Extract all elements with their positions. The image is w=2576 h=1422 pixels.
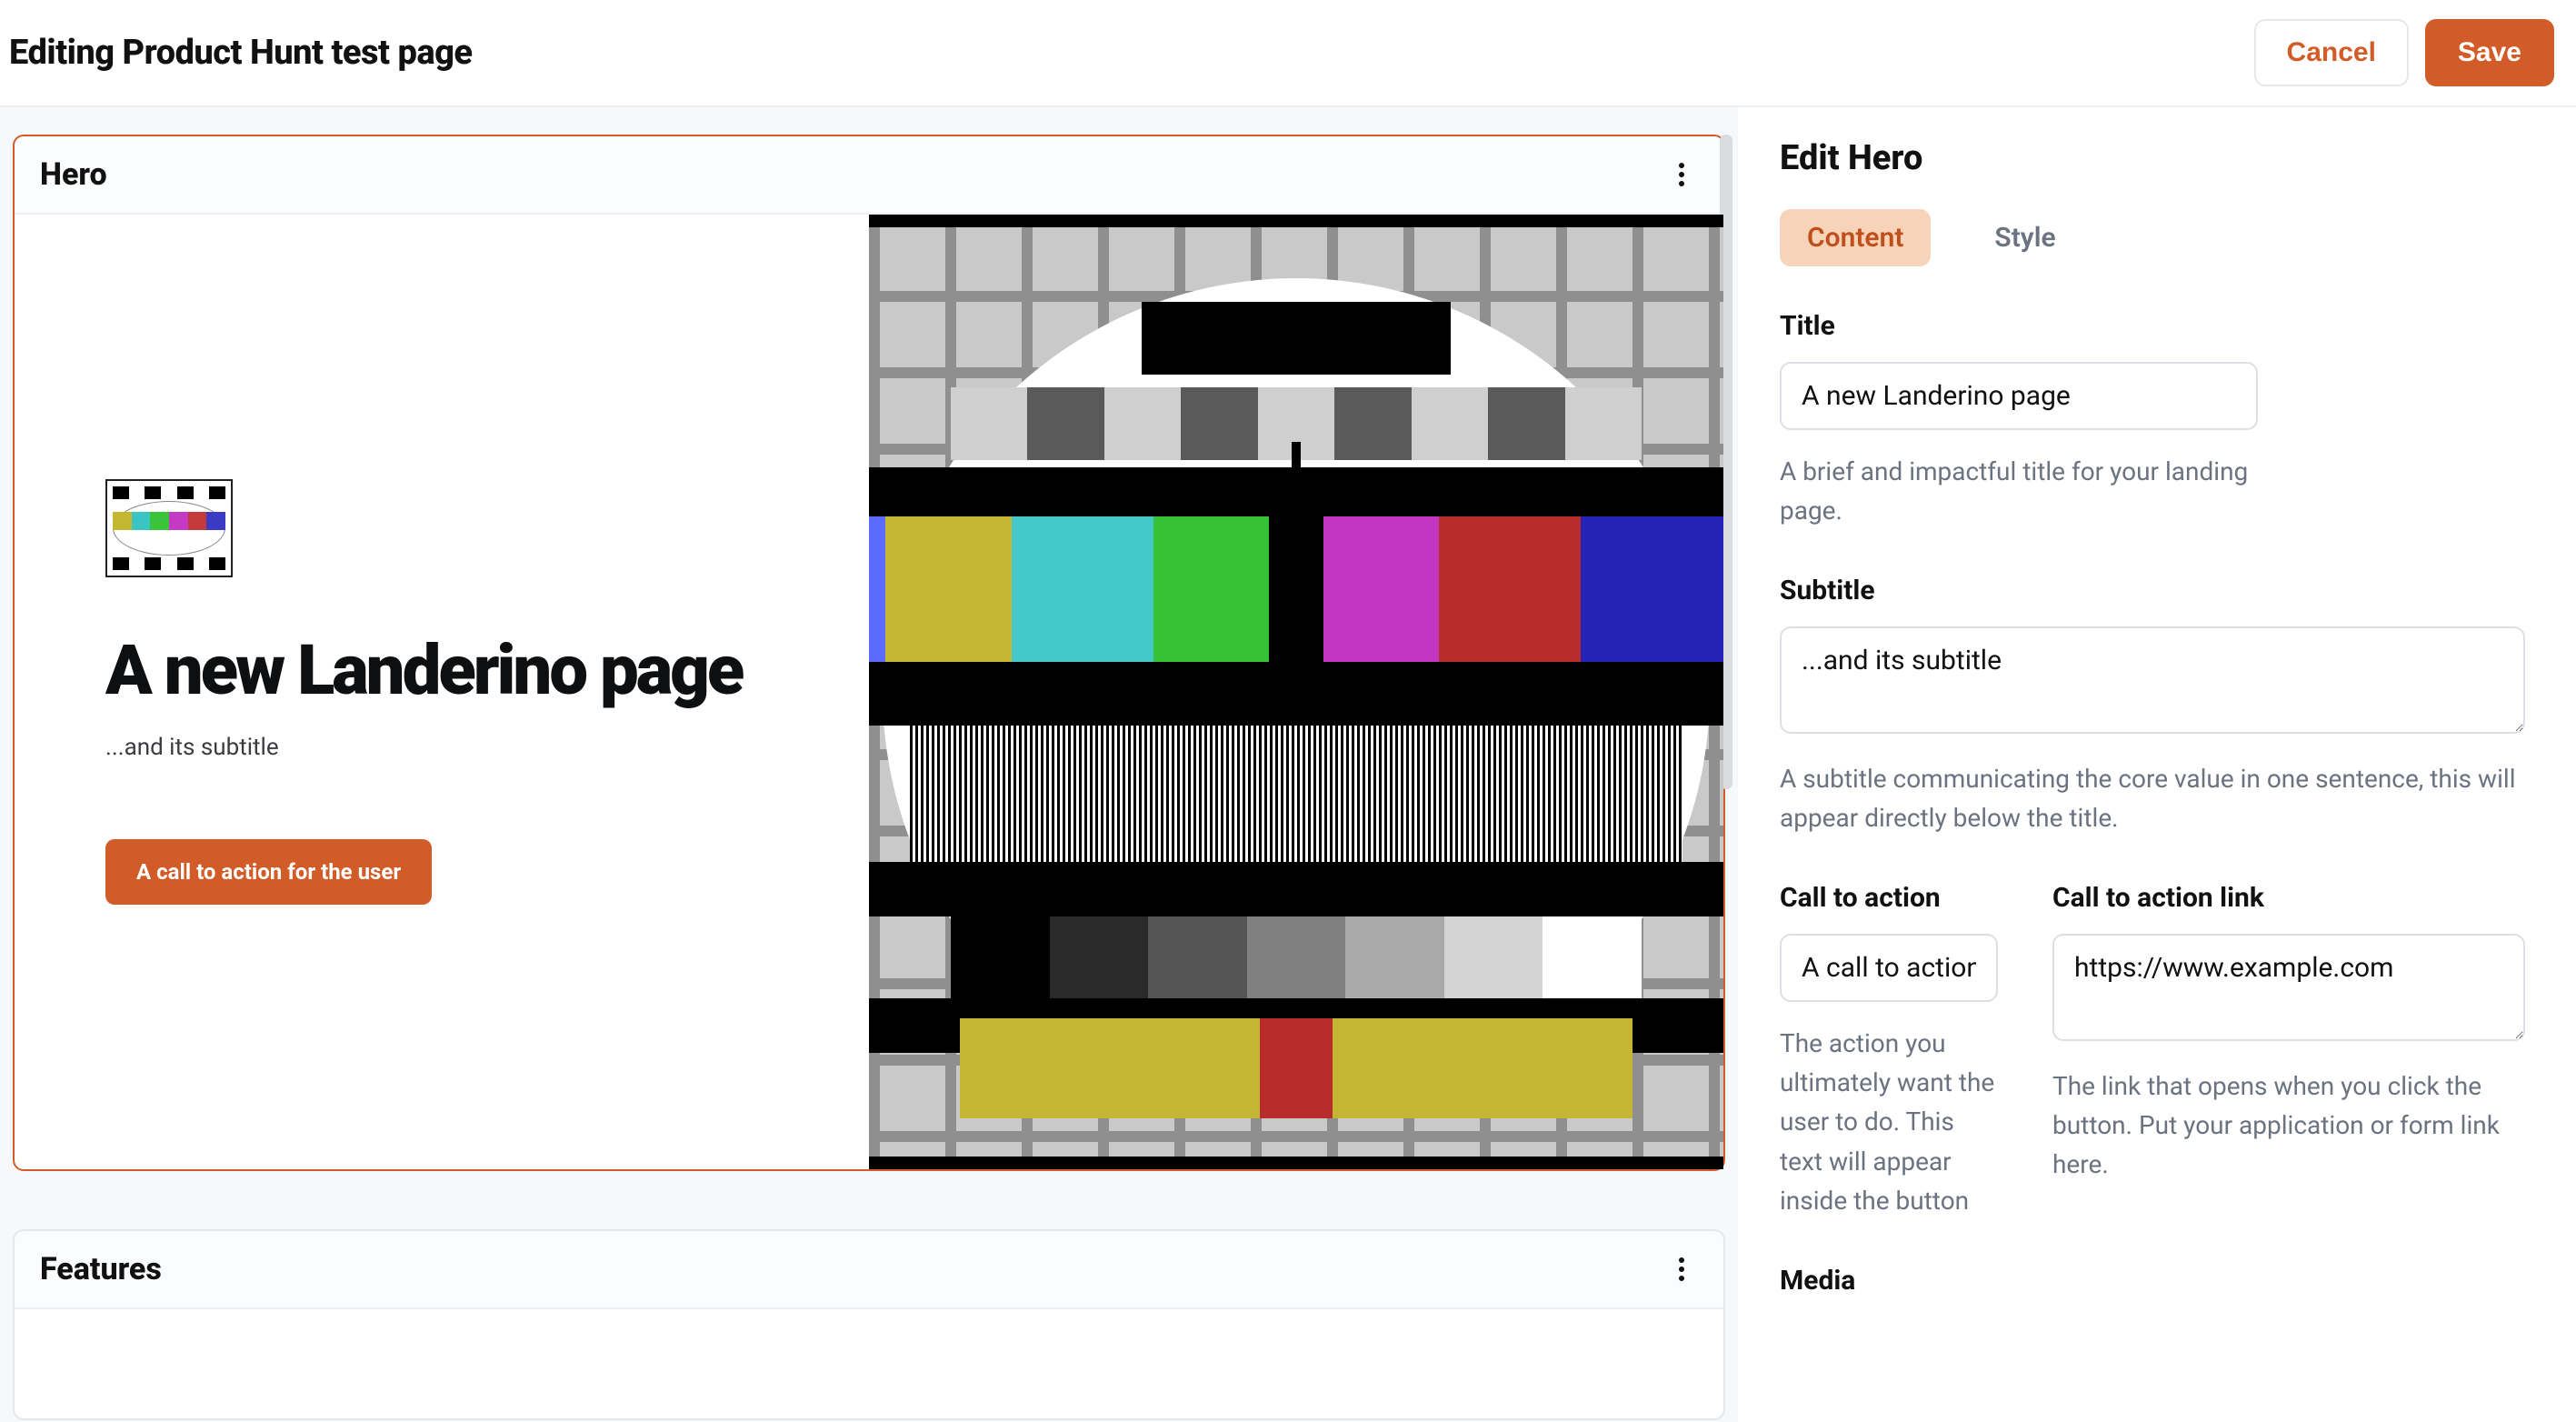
section-menu-hero[interactable] (1665, 158, 1698, 191)
subtitle-label: Subtitle (1780, 575, 2525, 606)
tab-content[interactable]: Content (1780, 209, 1931, 266)
test-card-image (869, 215, 1723, 1169)
title-label: Title (1780, 310, 2525, 342)
hero-cta-button[interactable]: A call to action for the user (105, 839, 432, 905)
section-menu-features[interactable] (1665, 1253, 1698, 1286)
title-help: A brief and impactful title for your lan… (1780, 452, 2252, 531)
hero-body: A new Landerino page ...and its subtitle… (15, 215, 1723, 1169)
subtitle-input[interactable] (1780, 626, 2525, 734)
field-cta-link: Call to action link The link that opens … (2052, 882, 2525, 1221)
subtitle-help: A subtitle communicating the core value … (1780, 759, 2525, 838)
edit-sidebar: Edit Hero Content Style Title A brief an… (1738, 107, 2576, 1422)
features-body (15, 1309, 1723, 1418)
cancel-button[interactable]: Cancel (2254, 19, 2409, 86)
canvas-column: Hero (0, 107, 1738, 1422)
top-actions: Cancel Save (2254, 19, 2567, 86)
media-label: Media (1780, 1265, 2525, 1297)
cta-input[interactable] (1780, 934, 1998, 1002)
section-title-features: Features (40, 1251, 162, 1287)
hero-title: A new Landerino page (105, 636, 818, 705)
section-card-hero[interactable]: Hero (13, 135, 1725, 1171)
field-cta: Call to action The action you ultimately… (1780, 882, 1998, 1221)
main-area: Hero (0, 105, 2576, 1422)
hero-image (869, 215, 1723, 1169)
cta-link-help: The link that opens when you click the b… (2052, 1066, 2525, 1185)
field-subtitle: Subtitle A subtitle communicating the co… (1780, 575, 2525, 838)
hero-logo-image (105, 479, 233, 577)
top-bar: Editing Product Hunt test page Cancel Sa… (0, 0, 2576, 105)
tab-style[interactable]: Style (1967, 209, 2082, 266)
hero-subtitle: ...and its subtitle (105, 734, 818, 761)
save-button[interactable]: Save (2425, 19, 2554, 86)
hero-left: A new Landerino page ...and its subtitle… (15, 215, 869, 1169)
cta-link-input[interactable] (2052, 934, 2525, 1041)
section-header-features: Features (15, 1231, 1723, 1309)
cta-link-label: Call to action link (2052, 882, 2525, 914)
title-input[interactable] (1780, 362, 2258, 430)
field-cta-row: Call to action The action you ultimately… (1780, 882, 2525, 1221)
section-title-hero: Hero (40, 156, 107, 193)
sidebar-heading: Edit Hero (1780, 138, 2525, 178)
kebab-icon (1678, 1257, 1685, 1282)
sidebar-tabs: Content Style (1780, 209, 2525, 266)
section-header-hero: Hero (15, 136, 1723, 215)
kebab-icon (1678, 162, 1685, 187)
field-title: Title A brief and impactful title for yo… (1780, 310, 2525, 531)
cta-help: The action you ultimately want the user … (1780, 1024, 1998, 1221)
cta-label: Call to action (1780, 882, 1998, 914)
page-title: Editing Product Hunt test page (9, 33, 473, 73)
section-card-features[interactable]: Features (13, 1229, 1725, 1420)
